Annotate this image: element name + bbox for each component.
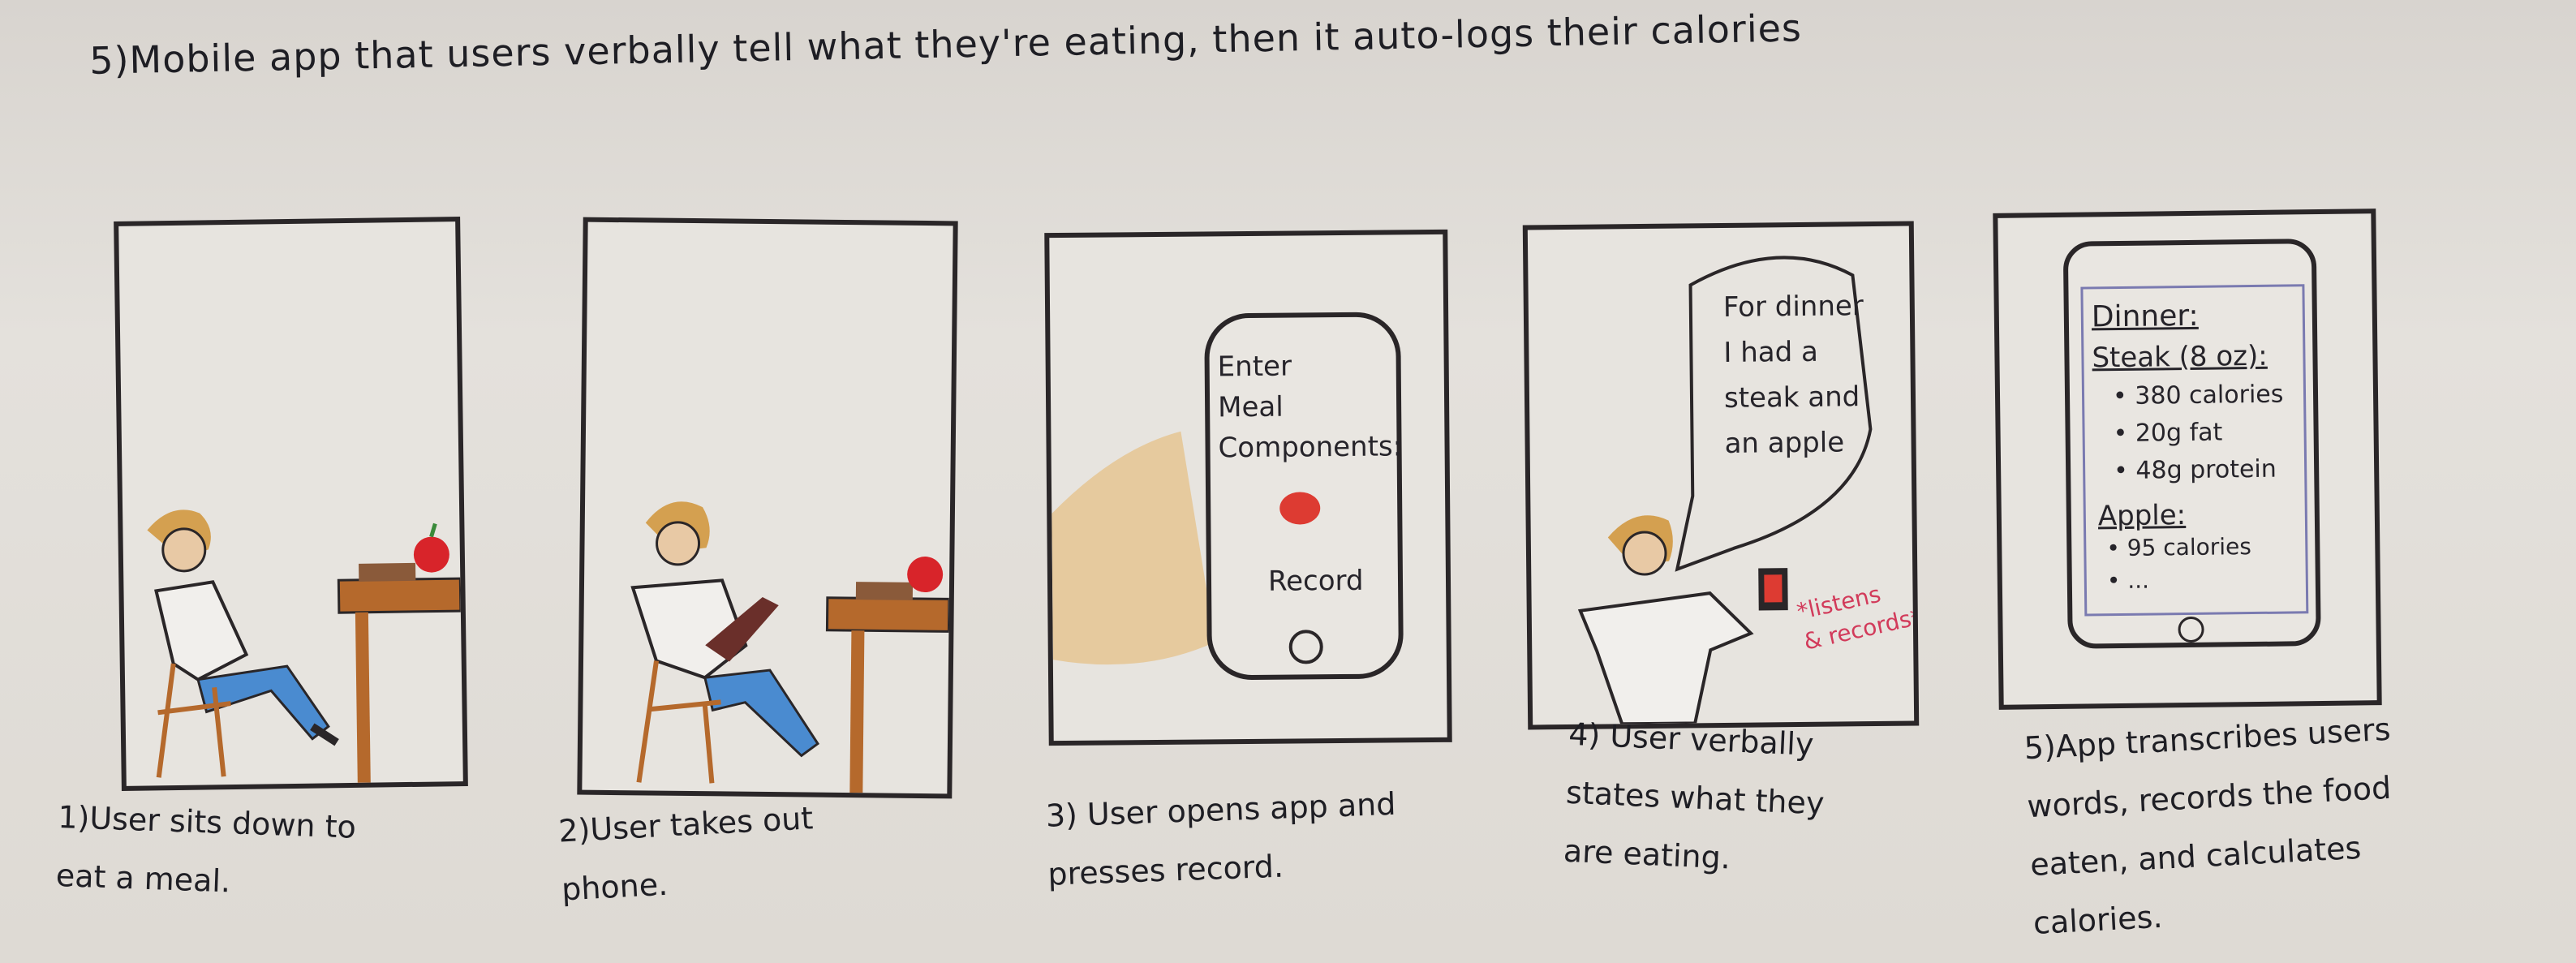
caption-panel-3: 3) User opens app and presses record.	[1045, 785, 1397, 892]
phone-screen: Dinner: Steak (8 oz): • 380 calories • 2…	[2080, 284, 2309, 617]
caption-panel-2: 2)User takes out phone.	[557, 800, 815, 908]
log-item-apple: Apple:	[2097, 499, 2187, 533]
speech-text: For dinner I had a steak and an apple	[1722, 290, 1864, 460]
phone-log-mockup: Dinner: Steak (8 oz): • 380 calories • 2…	[2062, 239, 2321, 649]
apple	[413, 536, 449, 573]
phone-mockup: Enter Meal Components: Record	[1204, 312, 1404, 681]
storyboard-panel-5: Dinner: Steak (8 oz): • 380 calories • 2…	[1993, 209, 2382, 710]
caption-panel-1: 1)User sits down to eat a meal.	[55, 798, 357, 900]
log-title: Dinner:	[2091, 299, 2199, 334]
scene-sitting-illustration	[147, 509, 462, 783]
table	[337, 522, 462, 783]
log-steak-details: • 380 calories • 20g fat • 48g protein	[2112, 380, 2284, 486]
home-button[interactable]	[2178, 616, 2204, 643]
storyboard-panel-2	[577, 217, 958, 799]
plate	[359, 562, 416, 582]
screen-prompt: Enter Meal Components:	[1217, 350, 1403, 465]
log-item-steak: Steak (8 oz):	[2092, 339, 2268, 375]
storyboard-panel-1	[114, 217, 468, 791]
log-apple-details: • 95 calories • ...	[2106, 533, 2252, 595]
home-button[interactable]	[1288, 630, 1323, 664]
record-button[interactable]	[1279, 492, 1321, 525]
storyboard-panel-3: Enter Meal Components: Record	[1044, 229, 1452, 746]
person-sitting	[147, 509, 339, 778]
caption-panel-4: 4) User verbally states what they are ea…	[1563, 716, 1826, 876]
caption-panel-5: 5)App transcribes users words, records t…	[2023, 711, 2393, 942]
storyboard-panel-4: For dinner I had a steak and an apple *l…	[1522, 221, 1920, 730]
scene-phone-illustration	[630, 501, 951, 793]
record-label: Record	[1267, 564, 1364, 598]
